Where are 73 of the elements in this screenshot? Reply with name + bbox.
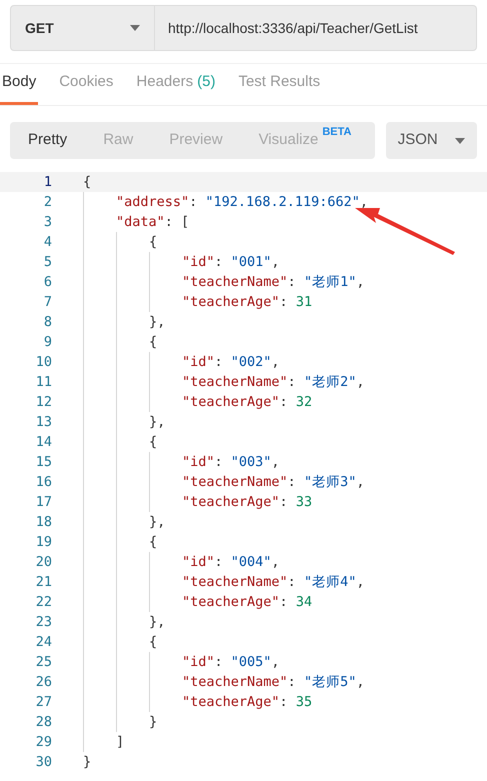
line-number: 20 [34, 552, 52, 572]
code-line: } [149, 712, 158, 732]
code-line: "teacherAge": 35 [182, 692, 312, 712]
code-line: "id": "002", [182, 352, 280, 372]
line-number: 30 [34, 752, 52, 772]
code-line: "id": "003", [182, 452, 280, 472]
code-line: "teacherName": "老师5", [182, 672, 364, 692]
caret-icon [455, 138, 465, 144]
code-line: "teacherName": "老师2", [182, 372, 364, 392]
code-line: "id": "005", [182, 652, 280, 672]
code-line: ] [116, 732, 124, 752]
code-line: "teacherAge": 34 [182, 592, 312, 612]
line-number: 9 [42, 332, 52, 352]
line-number: 8 [42, 312, 52, 332]
line-number: 13 [34, 412, 52, 432]
code-line: { [149, 532, 158, 552]
line-number: 27 [34, 692, 52, 712]
line-number: 19 [34, 532, 52, 552]
code-line: "teacherAge": 31 [182, 292, 312, 312]
line-number: 23 [34, 612, 52, 632]
line-number: 18 [34, 512, 52, 532]
response-tab[interactable]: Cookies [57, 63, 116, 105]
code-line: "id": "004", [182, 552, 280, 572]
code-line: "teacherName": "老师1", [182, 272, 364, 292]
code-line: "id": "001", [182, 252, 280, 272]
url-field[interactable]: http://localhost:3336/api/Teacher/GetList [155, 5, 477, 51]
line-number: 17 [34, 492, 52, 512]
response-tab[interactable]: Body [0, 63, 38, 105]
line-number: 29 [34, 732, 52, 752]
format-select[interactable]: JSON [386, 122, 477, 159]
line-number: 15 [34, 452, 52, 472]
line-number: 4 [42, 232, 52, 252]
response-tab[interactable]: Headers (5) [134, 63, 218, 105]
code-line: }, [149, 312, 166, 332]
view-mode-tab[interactable]: Preview [169, 126, 223, 156]
code-line: }, [149, 612, 166, 632]
code-line: "address": "192.168.2.119:662", [116, 192, 368, 212]
code-line: { [149, 632, 158, 652]
line-number: 7 [42, 292, 52, 312]
code-line: "teacherName": "老师3", [182, 472, 364, 492]
view-mode-tab[interactable]: Raw [103, 126, 134, 156]
line-number: 3 [42, 212, 52, 232]
line-number: 10 [34, 352, 52, 372]
method-select[interactable]: GET [10, 5, 155, 51]
code-line: "data": [ [116, 212, 190, 232]
line-number: 2 [42, 192, 52, 212]
code-line: "teacherAge": 33 [182, 492, 312, 512]
line-number: 25 [34, 652, 52, 672]
line-number: 21 [34, 572, 52, 592]
line-number: 12 [34, 392, 52, 412]
code-line: "teacherName": "老师4", [182, 572, 364, 592]
code-line: { [149, 432, 158, 452]
code-line: { [149, 232, 158, 252]
line-number: 6 [42, 272, 52, 292]
code-line: { [149, 332, 158, 352]
response-tab[interactable]: Test Results [236, 63, 322, 105]
code-line: "teacherAge": 32 [182, 392, 312, 412]
line-number: 11 [34, 372, 52, 392]
line-number: 14 [34, 432, 52, 452]
line-number: 5 [42, 252, 52, 272]
code-line: } [83, 752, 92, 772]
line-number: 26 [34, 672, 52, 692]
line-number: 22 [34, 592, 52, 612]
code-line: { [83, 172, 92, 192]
line-number: 28 [34, 712, 52, 732]
line-number: 1 [42, 172, 52, 192]
view-mode-tab[interactable]: Visualize BETA [258, 126, 352, 156]
line-number: 16 [34, 472, 52, 492]
code-line: }, [149, 412, 166, 432]
code-line: }, [149, 512, 166, 532]
line-number: 24 [34, 632, 52, 652]
caret-icon [130, 25, 140, 31]
view-mode-tab[interactable]: Pretty [28, 126, 68, 156]
